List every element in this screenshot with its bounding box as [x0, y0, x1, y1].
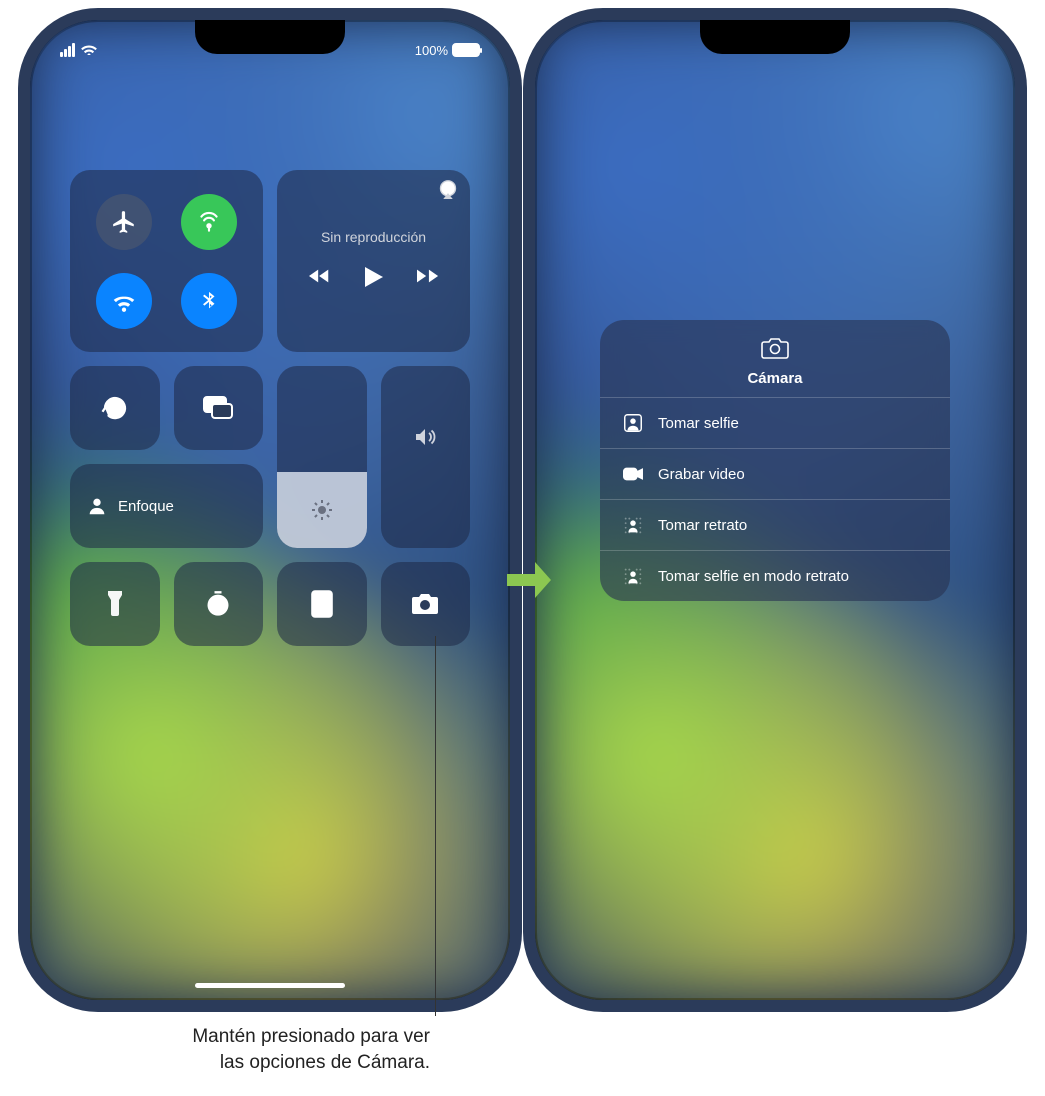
- callout-leader-line: [435, 636, 436, 1016]
- forward-icon[interactable]: [417, 267, 439, 293]
- camera-menu-item-label: Tomar retrato: [658, 517, 747, 534]
- rewind-icon[interactable]: [309, 267, 331, 293]
- screen-mirroring-button[interactable]: [174, 366, 264, 450]
- cellular-bars-icon: [60, 43, 75, 57]
- music-controls: [309, 267, 439, 293]
- iphone-camera-menu: Cámara Tomar selfie Grabar video Tomar r…: [535, 20, 1015, 1000]
- battery-icon: [452, 43, 480, 57]
- iphone-control-center: 100% Sin reproducción: [30, 20, 510, 1000]
- callout-line-2: las opciones de Cámara.: [220, 1052, 430, 1073]
- focus-button[interactable]: Enfoque: [70, 464, 263, 548]
- camera-button[interactable]: [381, 562, 471, 646]
- control-center-grid: Sin reproducción: [70, 170, 470, 646]
- brightness-slider[interactable]: [277, 366, 367, 548]
- camera-menu-header: Cámara: [600, 320, 950, 397]
- camera-menu-item-selfie[interactable]: Tomar selfie: [600, 397, 950, 448]
- camera-menu-item-label: Tomar selfie: [658, 415, 739, 432]
- status-left: [60, 42, 97, 59]
- volume-icon: [412, 425, 438, 454]
- camera-menu-item-label: Tomar selfie en modo retrato: [658, 568, 849, 585]
- status-right: 100%: [415, 43, 480, 58]
- volume-slider[interactable]: [381, 366, 471, 548]
- timer-button[interactable]: [174, 562, 264, 646]
- callout-text: Mantén presionado para ver las opciones …: [130, 1024, 430, 1075]
- callout-line-1: Mantén presionado para ver: [192, 1026, 430, 1047]
- home-indicator[interactable]: [195, 983, 345, 988]
- music-title: Sin reproducción: [321, 229, 426, 245]
- notch: [195, 20, 345, 54]
- airplane-mode-toggle[interactable]: [96, 194, 152, 250]
- airplay-icon[interactable]: [438, 180, 458, 203]
- connectivity-group[interactable]: [70, 170, 263, 352]
- play-icon[interactable]: [365, 267, 383, 293]
- music-widget[interactable]: Sin reproducción: [277, 170, 470, 352]
- camera-menu-title: Cámara: [747, 370, 802, 387]
- wifi-icon: [81, 42, 97, 59]
- camera-quick-actions-menu: Cámara Tomar selfie Grabar video Tomar r…: [600, 320, 950, 601]
- notch: [700, 20, 850, 54]
- camera-menu-item-selfie-portrait[interactable]: Tomar selfie en modo retrato: [600, 550, 950, 601]
- rotation-lock-button[interactable]: [70, 366, 160, 450]
- calculator-button[interactable]: [277, 562, 367, 646]
- camera-menu-item-video[interactable]: Grabar video: [600, 448, 950, 499]
- wifi-toggle[interactable]: [96, 273, 152, 329]
- bluetooth-toggle[interactable]: [181, 273, 237, 329]
- flashlight-button[interactable]: [70, 562, 160, 646]
- camera-menu-item-portrait[interactable]: Tomar retrato: [600, 499, 950, 550]
- camera-icon: [760, 336, 790, 364]
- focus-label: Enfoque: [118, 498, 174, 515]
- transition-arrow-icon: [505, 560, 553, 600]
- camera-menu-item-label: Grabar video: [658, 466, 745, 483]
- battery-percent: 100%: [415, 43, 448, 58]
- cellular-data-toggle[interactable]: [181, 194, 237, 250]
